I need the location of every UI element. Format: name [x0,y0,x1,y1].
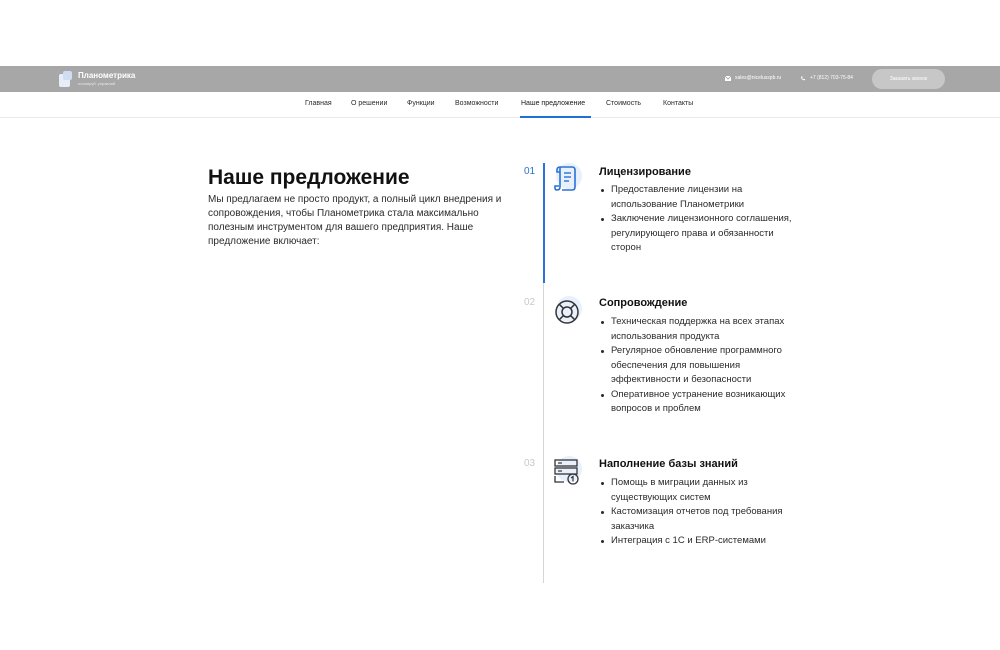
list-item: Помощь в миграции данных из существующих… [599,476,799,505]
list-item: Интеграция с 1С и ERP-системами [599,534,799,549]
nav-item-features[interactable]: Возможности [455,100,498,107]
section-title: Наше предложение [208,166,410,189]
email-text: sales@nicelusspb.ru [735,75,782,81]
step-items: Предоставление лицензии на использование… [599,183,799,256]
phone-icon [801,75,806,80]
section-description: Мы предлагаем не просто продукт, а полны… [208,194,502,247]
scroll-icon [552,163,582,193]
step-title: Наполнение базы знаний [599,458,738,470]
list-item: Предоставление лицензии на использование… [599,183,799,212]
list-item: Кастомизация отчетов под требования зака… [599,505,799,534]
step-items: Помощь в миграции данных из существующих… [599,476,799,549]
brand-name: Планометрика [78,71,136,80]
step-title: Лицензирование [599,166,691,178]
main-nav: Главная О решении Функции Возможности На… [0,92,1000,118]
brand-tagline: планируй. управляй [78,81,116,86]
step-items: Техническая поддержка на всех этапах исп… [599,315,799,417]
order-call-button[interactable]: Заказать звонок [872,69,945,89]
step-title: Сопровождение [599,297,688,309]
list-item: Регулярное обновление программного обесп… [599,344,799,388]
list-item: Техническая поддержка на всех этапах исп… [599,315,799,344]
step-number: 01 [524,166,536,177]
email-link[interactable]: sales@nicelusspb.ru [725,75,781,81]
nav-item-functions[interactable]: Функции [407,100,435,107]
timeline-progress [543,163,545,283]
nav-item-contacts[interactable]: Контакты [663,100,693,107]
nav-item-about[interactable]: О решении [351,100,387,107]
phone-link[interactable]: +7 (812) 703-75-84 [800,75,853,81]
step-number: 02 [524,297,536,308]
server-sync-icon [552,456,582,486]
list-item: Заключение лицензионного соглашения, рег… [599,212,799,256]
top-header-bar: Планометрика планируй. управляй sales@ni… [0,66,1000,92]
logo-mark-icon [56,70,74,88]
nav-item-pricing[interactable]: Стоимость [606,100,641,107]
nav-item-home[interactable]: Главная [305,100,332,107]
phone-text: +7 (812) 703-75-84 [810,75,853,81]
nav-item-offer[interactable]: Наше предложение [521,100,585,107]
lifebuoy-icon [552,296,582,326]
step-number: 03 [524,458,536,469]
list-item: Оперативное устранение возникающих вопро… [599,388,799,417]
brand-logo[interactable]: Планометрика планируй. управляй [56,70,135,88]
active-nav-indicator [520,116,591,118]
mail-icon [725,75,731,81]
